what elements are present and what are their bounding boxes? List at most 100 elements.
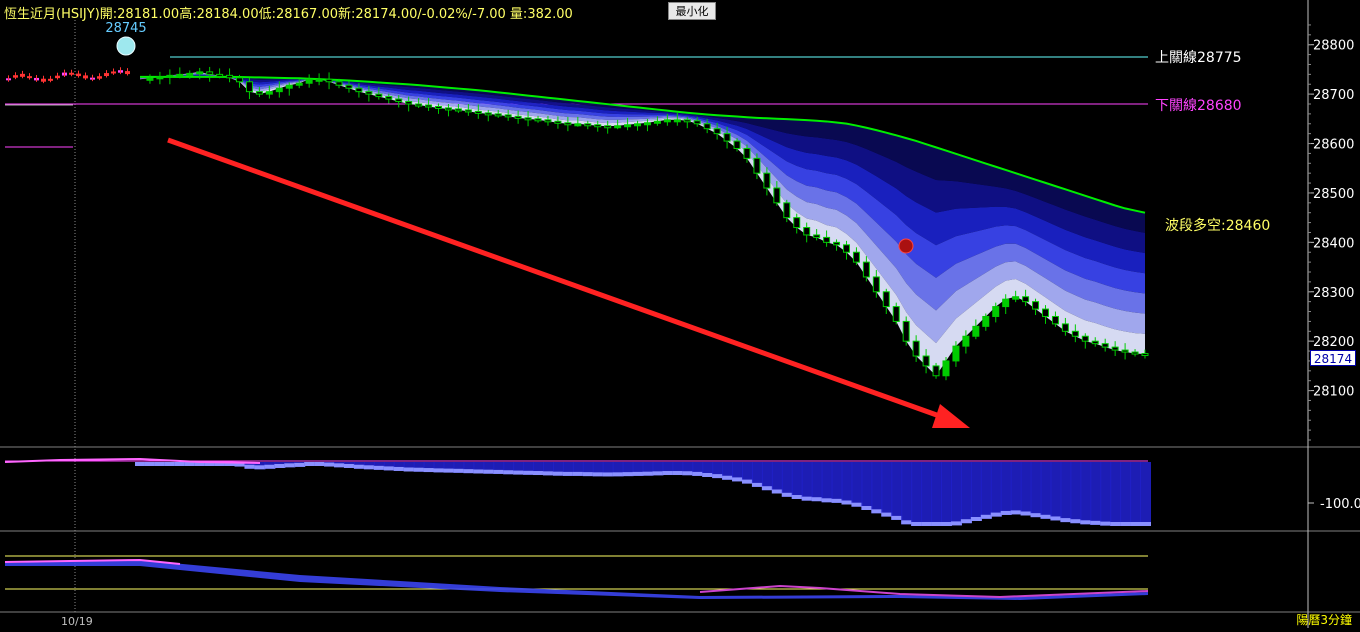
- y-tick-label: 28200: [1313, 335, 1354, 350]
- candle: [325, 78, 333, 83]
- indicator-bar-tip: [413, 467, 425, 472]
- indicator-bar-tip: [154, 462, 166, 466]
- candle: [663, 119, 671, 123]
- period-label[interactable]: 陽曆3分鐘: [1296, 611, 1352, 628]
- candle: [464, 109, 472, 113]
- indicator-bar-tip: [353, 464, 365, 469]
- indicator-bar: [1130, 462, 1142, 526]
- indicator-bar: [921, 462, 933, 526]
- indicator-bar-tip: [622, 472, 634, 477]
- candle: [922, 355, 930, 367]
- indicator-bar: [970, 462, 982, 521]
- indicator-bar-tip: [174, 462, 186, 466]
- indicator-bar-tip: [722, 475, 734, 480]
- indicator-bar: [990, 462, 1002, 517]
- candle: [713, 128, 721, 135]
- indicator-bar: [950, 462, 962, 526]
- indicator-bar-tip: [503, 470, 515, 475]
- indicator-bar-tip: [513, 470, 525, 475]
- indicator-bar-tip: [343, 463, 355, 468]
- candle: [942, 360, 950, 377]
- candle: [813, 234, 821, 238]
- indicator-bar-tip: [1140, 522, 1151, 526]
- indicator-bar: [1050, 462, 1062, 521]
- candle: [156, 76, 164, 80]
- candlestick-chart: 28100 28200 28300 28400 28500 28600 28700 28800…: [0, 0, 1360, 628]
- indicator-bar-tip: [652, 471, 664, 476]
- indicator-bar-tip: [1010, 510, 1022, 515]
- candle: [494, 113, 502, 117]
- peak-marker-icon: [116, 36, 136, 56]
- candle: [1101, 343, 1109, 348]
- indicator-bar: [791, 462, 803, 499]
- indicator-bar-tip: [990, 512, 1002, 517]
- indicator-bar-tip: [314, 462, 326, 466]
- y-tick-label: 28700: [1313, 88, 1354, 103]
- indicator-bar-tip: [602, 472, 614, 477]
- candle: [405, 101, 413, 105]
- candle: [454, 108, 462, 112]
- date-label: 10/19: [61, 615, 93, 628]
- candle: [604, 125, 612, 129]
- candle: [594, 124, 602, 128]
- candle: [425, 104, 433, 108]
- candle: [365, 91, 373, 95]
- y-tick-label: 28600: [1313, 138, 1354, 153]
- arrow-head-icon: [932, 404, 970, 428]
- indicator-bar-tip: [921, 522, 933, 526]
- candle: [524, 117, 532, 121]
- indicator-bar-tip: [1020, 511, 1032, 516]
- candle: [872, 276, 880, 293]
- indicator-bar-tip: [672, 471, 684, 476]
- indicator-bar-tip: [552, 471, 564, 476]
- candle: [673, 119, 681, 123]
- candle: [275, 87, 283, 93]
- candle: [852, 251, 860, 263]
- candle: [902, 320, 910, 342]
- indicator-bar-tip: [940, 522, 952, 526]
- candle: [514, 115, 522, 119]
- candle: [395, 98, 403, 103]
- candle: [614, 125, 622, 129]
- indicator-bar-tip: [274, 463, 286, 468]
- indicator-bar-tip: [1000, 510, 1012, 515]
- indicator-bar: [841, 462, 853, 505]
- indicator-bar-tip: [264, 464, 276, 469]
- indicator-bar-tip: [881, 512, 893, 517]
- indicator-bar-tip: [612, 472, 624, 477]
- candle: [803, 227, 811, 236]
- candle: [862, 261, 870, 278]
- indicator-bar-tip: [533, 471, 545, 476]
- indicator-bar: [761, 462, 773, 491]
- candle: [683, 119, 691, 123]
- indicator-bar: [1110, 462, 1122, 526]
- indicator-bar-tip: [423, 468, 435, 473]
- indicator-bar-tip: [473, 469, 485, 474]
- candle: [1131, 351, 1139, 355]
- indicator-bar: [1140, 462, 1151, 526]
- indicator-bar: [960, 462, 972, 524]
- indicator-bar: [1000, 462, 1012, 515]
- candle: [643, 122, 651, 126]
- indicator-bar: [1040, 462, 1052, 519]
- candle: [723, 133, 731, 142]
- minimize-button[interactable]: 最小化: [668, 2, 716, 20]
- indicator-bar-tip: [751, 482, 763, 487]
- indicator-bar-tip: [443, 468, 455, 473]
- y-tick-label: 28500: [1313, 187, 1354, 202]
- indicator-bar-tip: [373, 465, 385, 470]
- candle: [763, 172, 771, 189]
- candle: [335, 81, 343, 86]
- indicator-bar-tip: [1050, 516, 1062, 521]
- candle: [574, 123, 582, 127]
- indicator-bar-tip: [433, 468, 445, 473]
- indicator-bar-tip: [1120, 522, 1132, 526]
- indicator-bar-tip: [144, 462, 156, 466]
- indicator-bar-tip: [692, 471, 704, 476]
- candle: [544, 119, 552, 123]
- indicator-bar-tip: [801, 496, 813, 501]
- indicator-bar-tip: [1070, 519, 1082, 524]
- indicator-bar-tip: [911, 522, 923, 526]
- indicator-bar-tip: [493, 469, 505, 474]
- indicator-bar: [851, 462, 863, 507]
